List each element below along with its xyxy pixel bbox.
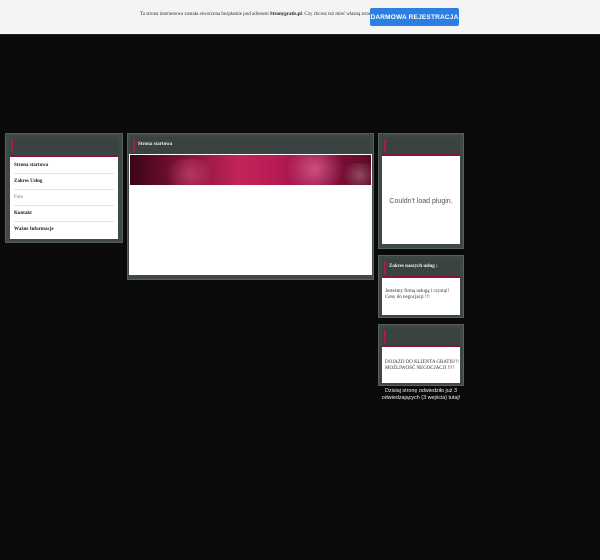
main-panel-header: Strona startowa — [131, 137, 370, 154]
plugin-area: Couldn't load plugin. — [382, 154, 460, 244]
plugin-panel-header — [382, 137, 460, 154]
header-accent-mark — [384, 261, 386, 274]
promo-panel-header — [382, 328, 460, 345]
services-content: Jesteśmy firmą usługą i czystą!! Ceny do… — [382, 276, 460, 315]
notice-prefix: Ta strona internetowa została stworzona … — [140, 12, 270, 17]
promo-content: DOJAZD DO KLIENTA GRATIS!!! MOŻLIWOŚĆ NE… — [382, 345, 460, 383]
nav-item-label: Ważne Informacje — [14, 227, 54, 232]
visitor-counter: Dzisiaj stronę odwiedziło już 3 odwiedza… — [381, 388, 461, 401]
banner-glow — [160, 159, 220, 185]
services-text: Jesteśmy firmą usługą i czystą!! Ceny do… — [385, 289, 450, 300]
header-accent-mark — [11, 139, 13, 152]
nav-item-label: Kontakt — [14, 211, 32, 216]
topbar-divider — [0, 34, 600, 35]
nav-item-label: Zakres Usług — [14, 179, 43, 184]
nav-item-contact[interactable]: Kontakt — [14, 206, 114, 222]
main-content-panel: Strona startowa — [127, 133, 374, 280]
services-panel: Zakres naszych usług : Jesteśmy firmą us… — [378, 255, 464, 318]
signup-notice-bar: Ta strona internetowa została stworzona … — [0, 0, 600, 35]
services-title: Zakres naszych usług : — [389, 264, 438, 269]
header-accent-mark — [384, 139, 386, 152]
promo-panel: DOJAZD DO KLIENTA GRATIS!!! MOŻLIWOŚĆ NE… — [378, 324, 464, 386]
nav-panel-header — [9, 137, 119, 154]
nav-item-home[interactable]: Strona startowa — [14, 158, 114, 174]
header-banner-image — [130, 155, 371, 185]
free-registration-button[interactable]: DARMOWA REJESTRACJA — [370, 8, 459, 26]
nav-menu: Strona startowa Zakres Usług Foto Kontak… — [10, 155, 118, 239]
nav-item-important-info[interactable]: Ważne Informacje — [14, 222, 114, 237]
banner-glow — [340, 163, 371, 185]
notice-suffix: . Czy chcesz też mieć własną stronę? — [301, 12, 376, 17]
services-panel-header: Zakres naszych usług : — [382, 259, 460, 276]
banner-glow — [280, 155, 350, 185]
nav-item-services[interactable]: Zakres Usług — [14, 174, 114, 190]
nav-panel: Strona startowa Zakres Usług Foto Kontak… — [5, 133, 123, 243]
header-accent-mark — [384, 330, 386, 343]
plugin-panel: Couldn't load plugin. — [378, 133, 464, 249]
page-title: Strona startowa — [138, 142, 173, 147]
promo-text: DOJAZD DO KLIENTA GRATIS!!! MOŻLIWOŚĆ NE… — [385, 360, 459, 371]
notice-site-name: Stronygratis.pl — [269, 12, 302, 17]
notice-text: Ta strona internetowa została stworzona … — [140, 12, 376, 17]
plugin-error-message: Couldn't load plugin. — [389, 198, 453, 205]
nav-item-label: Foto — [14, 195, 24, 200]
header-accent-mark — [133, 139, 135, 152]
nav-item-label: Strona startowa — [14, 163, 49, 168]
nav-item-photo[interactable]: Foto — [14, 190, 114, 206]
main-content-area — [129, 154, 372, 275]
